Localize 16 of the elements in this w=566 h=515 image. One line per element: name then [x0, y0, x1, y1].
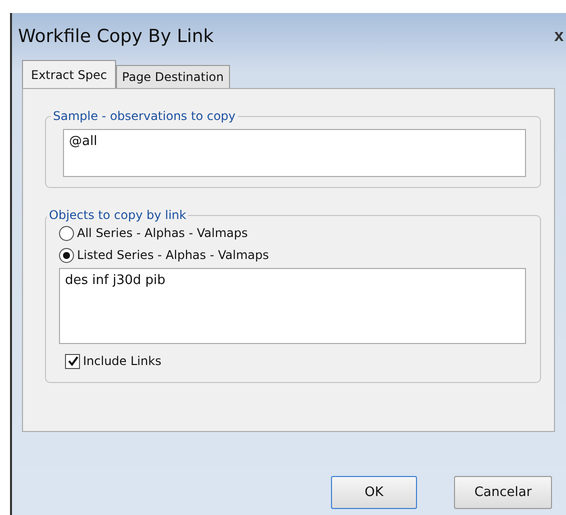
sample-field[interactable]: @all — [63, 129, 526, 177]
dialog-button[interactable]: Cancelar — [454, 476, 552, 509]
radio-button[interactable] — [59, 226, 74, 240]
tab[interactable]: Extract Spec — [22, 60, 116, 88]
group-legend: Objects to copy by link — [47, 208, 188, 222]
series-list-field[interactable]: des inf j30d pib — [59, 268, 526, 344]
window-title: Workfile Copy By Link — [18, 26, 214, 46]
checkbox[interactable] — [65, 354, 80, 368]
group-legend: Sample - observations to copy — [51, 109, 238, 123]
checkbox-label: Include Links — [83, 354, 162, 368]
tab[interactable]: Page Destination — [116, 65, 230, 88]
radio-label: Listed Series - Alphas - Valmaps — [77, 248, 269, 262]
radio-button[interactable] — [59, 248, 74, 262]
radio-label: All Series - Alphas - Valmaps — [77, 226, 248, 240]
dialog-button[interactable]: OK — [331, 476, 417, 509]
close-button[interactable]: x — [552, 26, 566, 46]
